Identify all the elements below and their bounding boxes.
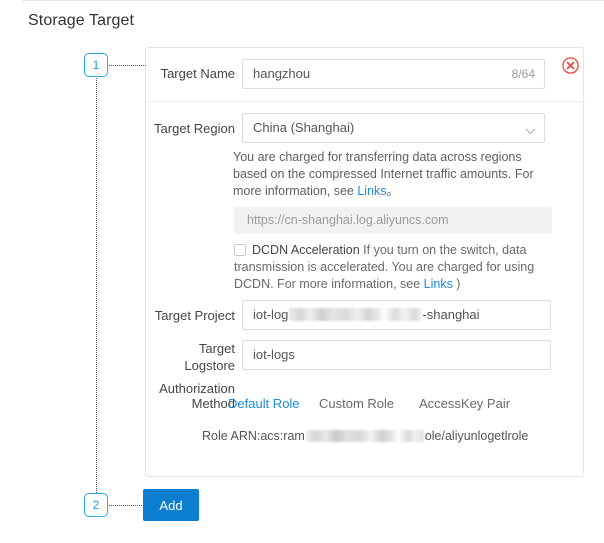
- help-text-tail: 。: [386, 184, 400, 198]
- dcdn-description-tail: ): [452, 277, 461, 291]
- dcdn-link[interactable]: Links: [424, 277, 453, 291]
- dcdn-checkbox-label[interactable]: DCDN Acceleration: [252, 243, 360, 257]
- step-connector-vertical: [96, 78, 97, 493]
- target-logstore-label: Target Logstore: [184, 341, 235, 373]
- target-logstore-value: iot-logs: [253, 347, 295, 362]
- tab-default-role[interactable]: Default Role: [228, 395, 300, 412]
- target-project-label: Target Project: [154, 308, 235, 323]
- delete-circle-icon[interactable]: [562, 57, 579, 74]
- target-logstore-input[interactable]: iot-logs: [242, 340, 551, 370]
- target-region-help-text: You are charged for transferring data ac…: [233, 149, 553, 200]
- target-name-label: Target Name: [160, 66, 235, 81]
- target-name-input[interactable]: hangzhou 8/64: [242, 59, 545, 89]
- target-project-value: iot-log -shanghai: [253, 301, 480, 329]
- dcdn-acceleration-block: DCDN Acceleration If you turn on the swi…: [234, 242, 556, 293]
- target-region-select[interactable]: China (Shanghai): [242, 113, 545, 143]
- tab-custom-role[interactable]: Custom Role: [319, 395, 394, 412]
- dcdn-checkbox[interactable]: [234, 244, 246, 256]
- redacted-block-arn: [305, 430, 424, 442]
- role-arn-text: Role ARN:acs:ram ole/aliyunlogetlrole: [202, 428, 528, 444]
- redacted-block: [289, 308, 422, 321]
- step-marker-1: 1: [84, 53, 108, 77]
- target-project-prefix: iot-log: [253, 307, 289, 322]
- endpoint-readonly-field: https://cn-shanghai.log.aliyuncs.com: [234, 207, 552, 234]
- help-text-link[interactable]: Links: [357, 184, 386, 198]
- row-divider: [146, 101, 585, 102]
- target-region-label: Target Region: [154, 121, 235, 136]
- target-name-value: hangzhou: [253, 66, 311, 81]
- endpoint-value: https://cn-shanghai.log.aliyuncs.com: [247, 213, 449, 227]
- authorization-method-tabs: Default Role Custom Role AccessKey Pair: [228, 395, 548, 412]
- target-project-suffix: -shanghai: [422, 307, 480, 322]
- role-arn-suffix: ole/aliyunlogetlrole: [424, 429, 529, 443]
- chevron-down-icon: [525, 125, 536, 135]
- target-project-input[interactable]: iot-log -shanghai: [242, 300, 551, 330]
- authorization-method-label: Authorization Method: [159, 381, 235, 411]
- step-connector-2: [109, 505, 142, 506]
- top-divider: [22, 0, 604, 1]
- page-title: Storage Target: [28, 12, 135, 29]
- target-region-value: China (Shanghai): [253, 120, 355, 135]
- add-button[interactable]: Add: [143, 489, 199, 521]
- step-connector-1: [109, 65, 146, 66]
- target-name-counter: 8/64: [511, 67, 535, 81]
- role-arn-prefix: Role ARN:acs:ram: [202, 429, 305, 443]
- tab-accesskey-pair[interactable]: AccessKey Pair: [419, 395, 510, 412]
- step-marker-2: 2: [84, 493, 108, 517]
